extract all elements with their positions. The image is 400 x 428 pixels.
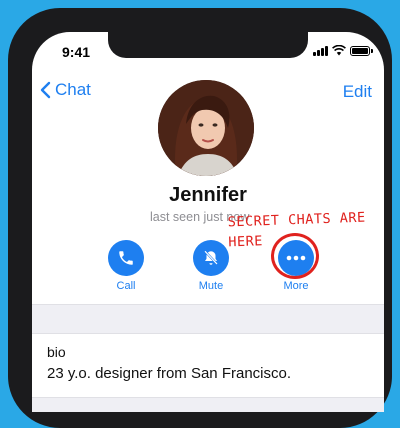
call-label: Call	[116, 280, 136, 292]
annotation-line-2: HERE	[228, 233, 264, 251]
mute-label: Mute	[198, 280, 224, 292]
notch	[108, 32, 308, 58]
bottom-divider	[32, 397, 384, 412]
chevron-left-icon	[40, 81, 51, 99]
status-icons	[313, 45, 373, 56]
screen: 9:41 Chat Edit Jennifer last seen just n…	[32, 32, 384, 412]
phone-frame: 9:41 Chat Edit Jennifer last seen just n…	[8, 8, 392, 428]
bell-slash-icon	[204, 250, 218, 265]
call-button[interactable]: Call	[106, 240, 146, 292]
bio-label: bio	[47, 344, 66, 360]
battery-icon	[350, 45, 373, 56]
bio-text: 23 y.o. designer from San Francisco.	[47, 365, 291, 382]
edit-button[interactable]: Edit	[343, 82, 372, 102]
more-label: More	[283, 280, 309, 292]
annotation-text: SECRET CHATS ARE HERE	[227, 208, 366, 253]
mute-button-circle	[193, 240, 229, 276]
call-button-circle	[108, 240, 144, 276]
avatar[interactable]	[158, 80, 254, 176]
wifi-icon	[332, 45, 346, 56]
mute-button[interactable]: Mute	[191, 240, 231, 292]
status-time: 9:41	[62, 44, 91, 60]
back-button[interactable]: Chat	[40, 80, 91, 100]
phone-icon	[119, 251, 133, 265]
profile-name: Jennifer	[169, 184, 247, 206]
signal-icon	[313, 45, 328, 56]
back-button-label: Chat	[55, 80, 91, 99]
section-divider	[32, 304, 384, 334]
